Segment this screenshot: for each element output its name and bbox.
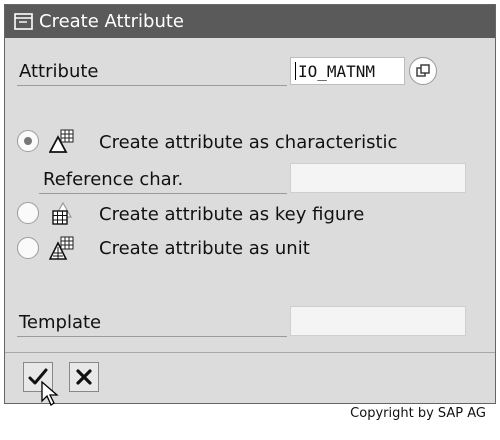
dialog-window-icon xyxy=(14,12,33,30)
cancel-button[interactable] xyxy=(69,362,99,392)
option-characteristic-label: Create attribute as characteristic xyxy=(99,132,398,153)
copyright-text: Copyright by SAP AG xyxy=(350,406,486,421)
reference-underline xyxy=(39,193,287,194)
key-figure-icon xyxy=(52,201,73,225)
option-key-figure-label: Create attribute as key figure xyxy=(99,204,365,225)
radio-unit[interactable] xyxy=(17,237,39,259)
attribute-label: Attribute xyxy=(19,61,99,82)
create-attribute-dialog: Create Attribute Attribute IO_MATNM Crea… xyxy=(4,4,496,406)
dialog-titlebar: Create Attribute xyxy=(5,5,495,38)
option-unit-label: Create attribute as unit xyxy=(99,238,310,259)
attribute-underline xyxy=(17,85,287,86)
characteristic-icon xyxy=(49,129,74,153)
text-caret xyxy=(295,62,296,80)
value-help-icon xyxy=(416,64,430,77)
template-label: Template xyxy=(19,312,102,333)
reference-char-input[interactable] xyxy=(290,163,466,193)
radio-key-figure[interactable] xyxy=(17,202,39,224)
template-underline xyxy=(17,336,287,337)
cancel-x-icon xyxy=(76,369,92,385)
unit-icon xyxy=(49,236,74,260)
radio-selected-dot xyxy=(24,137,32,145)
template-input[interactable] xyxy=(290,306,466,336)
dialog-title: Create Attribute xyxy=(39,11,185,32)
reference-char-label: Reference char. xyxy=(43,169,184,190)
radio-characteristic[interactable] xyxy=(17,130,39,152)
attribute-input-value: IO_MATNM xyxy=(298,61,376,81)
footer-separator xyxy=(5,352,495,353)
attribute-input[interactable]: IO_MATNM xyxy=(290,57,405,85)
value-help-button[interactable] xyxy=(409,57,437,85)
mouse-cursor-icon xyxy=(41,381,59,406)
